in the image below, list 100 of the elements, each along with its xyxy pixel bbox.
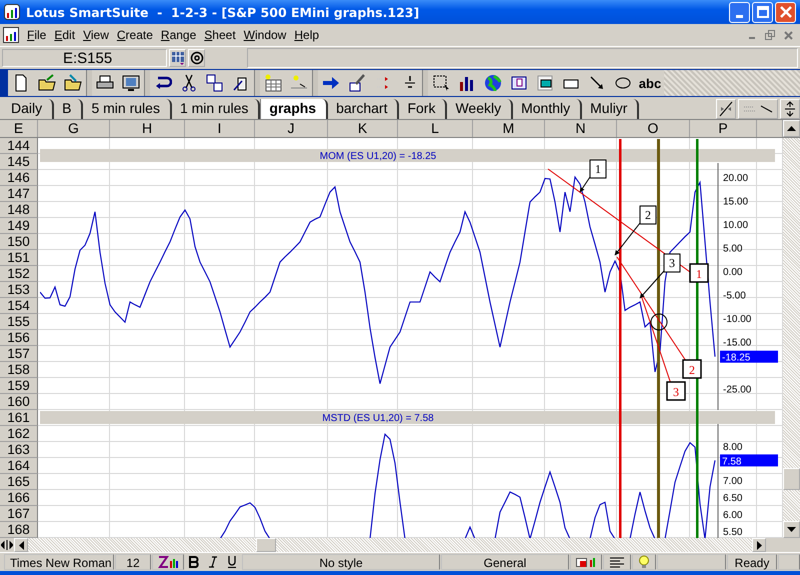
y-axis-tick-label: 20.00: [723, 173, 748, 184]
bold-icon: [189, 556, 199, 568]
scroll-down-button[interactable]: [783, 521, 800, 538]
highlight-circle: [650, 314, 668, 330]
number-format-selector[interactable]: General: [441, 554, 569, 570]
column-header[interactable]: N: [545, 120, 617, 137]
column-header[interactable]: I: [185, 120, 255, 137]
vertical-scrollbar[interactable]: [783, 138, 800, 538]
cell-contents-field[interactable]: [247, 48, 798, 68]
column-header[interactable]: O: [617, 120, 690, 137]
column-header[interactable]: P: [690, 120, 757, 137]
pointer-arrow: [580, 176, 590, 192]
callout-label: 1: [590, 160, 606, 178]
menu-item[interactable]: Window: [244, 28, 294, 42]
new-file-button[interactable]: [8, 70, 34, 96]
monitor-icon: [122, 74, 140, 92]
function-button[interactable]: [188, 49, 205, 67]
menu-item[interactable]: Range: [160, 28, 204, 42]
split-button[interactable]: [716, 99, 736, 119]
menu-item[interactable]: View: [83, 28, 116, 42]
y-axis-tick-label: -15.00: [723, 337, 752, 348]
callout-label: 2: [640, 206, 656, 224]
maximize-button[interactable]: [752, 2, 773, 22]
select-rectangle-icon: [432, 74, 450, 92]
current-value-marker: [720, 454, 778, 466]
y-axis-tick-label: 10.00: [723, 220, 748, 232]
menu-item[interactable]: Sheet: [204, 28, 243, 42]
monitor-button[interactable]: [118, 70, 144, 96]
scroll-left-button[interactable]: [14, 538, 28, 552]
column-header[interactable]: L: [398, 120, 473, 137]
current-value-label: -18.25: [722, 352, 750, 364]
print-button[interactable]: [92, 70, 118, 96]
close-button[interactable]: [775, 2, 796, 22]
style-selector[interactable]: No style: [242, 554, 440, 570]
split-handle[interactable]: [0, 538, 14, 552]
y-axis-tick-label: -10.00: [723, 314, 752, 325]
scroll-right-button[interactable]: [752, 538, 766, 552]
grid-icon: [170, 51, 184, 65]
table-button[interactable]: [260, 70, 286, 96]
split-view-button[interactable]: [780, 99, 800, 119]
color-button[interactable]: [570, 554, 602, 570]
select-rectangle-button[interactable]: [428, 70, 454, 96]
grid-icon: [536, 74, 554, 92]
undo-arrow-button[interactable]: [150, 70, 176, 96]
navigator-button[interactable]: [169, 49, 186, 67]
font-selector[interactable]: Times New Roman: [4, 554, 114, 570]
minimize-button[interactable]: [729, 2, 750, 22]
save-folder-button[interactable]: [60, 70, 86, 96]
left-arrow-icon: [18, 540, 24, 550]
restore-icon: [765, 30, 775, 40]
alignment-button[interactable]: [603, 554, 631, 570]
menu-item[interactable]: File: [27, 28, 54, 42]
tip-button[interactable]: [632, 554, 656, 570]
y-axis-tick-label: -25.00: [723, 384, 752, 396]
minimize-icon: [749, 37, 755, 39]
at-sign-icon: [190, 51, 204, 65]
close-icon: [784, 30, 792, 40]
restore-button[interactable]: [762, 28, 778, 42]
right-arrow-icon: [322, 74, 340, 92]
fraction-button[interactable]: [396, 70, 422, 96]
y-axis-tick-label: 6.00: [723, 510, 742, 522]
document-icon: [3, 27, 19, 43]
column-header[interactable]: M: [473, 120, 545, 137]
toolbar-separator: [86, 70, 92, 96]
scrollbar-thumb[interactable]: [256, 538, 276, 552]
color-button[interactable]: [152, 554, 184, 570]
line-icon: [588, 74, 606, 92]
text-block-button[interactable]: abc: [636, 70, 664, 96]
italic-icon: [208, 556, 218, 568]
chart-title: MSTD (ES U1,20) = 7.58: [322, 413, 434, 424]
target-label: 2: [682, 359, 702, 379]
paint-can-button[interactable]: [228, 70, 254, 96]
column-header[interactable]: J: [255, 120, 328, 137]
horizontal-scrollbar[interactable]: [0, 538, 800, 552]
light-bulb-icon: [638, 555, 650, 569]
menu-item[interactable]: Help: [294, 28, 326, 42]
scissors-icon: [180, 74, 198, 92]
arrows-icon: [743, 104, 773, 114]
menu-item[interactable]: Create: [116, 28, 160, 42]
pointer-arrow: [614, 222, 640, 256]
pointer-arrow: [640, 270, 664, 298]
column-header[interactable]: E: [0, 120, 38, 137]
minimize-icon: [736, 14, 743, 18]
table-icon: [264, 74, 282, 92]
app-icon: [4, 4, 20, 20]
sheet-tab[interactable]: graphs: [260, 99, 328, 119]
window-title: Lotus SmartSuite - 1-2-3 - [S&P 500 EMini graphs.123]: [26, 4, 420, 20]
column-header[interactable]: H: [110, 120, 185, 137]
y-axis-tick-label: -5.00: [723, 290, 746, 302]
bar-chart-icon: [458, 74, 476, 92]
toolbar-separator: [144, 70, 150, 96]
cell-address-field[interactable]: E:S155: [2, 49, 167, 67]
font-size-selector[interactable]: 12: [115, 554, 151, 570]
scrollbar-thumb[interactable]: [783, 468, 800, 490]
right-arrow-button[interactable]: [318, 70, 344, 96]
scroll-up-button[interactable]: [783, 120, 800, 137]
y-axis-tick-label: 8.00: [723, 442, 742, 454]
menu-item[interactable]: Edit: [54, 28, 82, 42]
column-header[interactable]: G: [38, 120, 110, 137]
column-header[interactable]: K: [328, 120, 398, 137]
